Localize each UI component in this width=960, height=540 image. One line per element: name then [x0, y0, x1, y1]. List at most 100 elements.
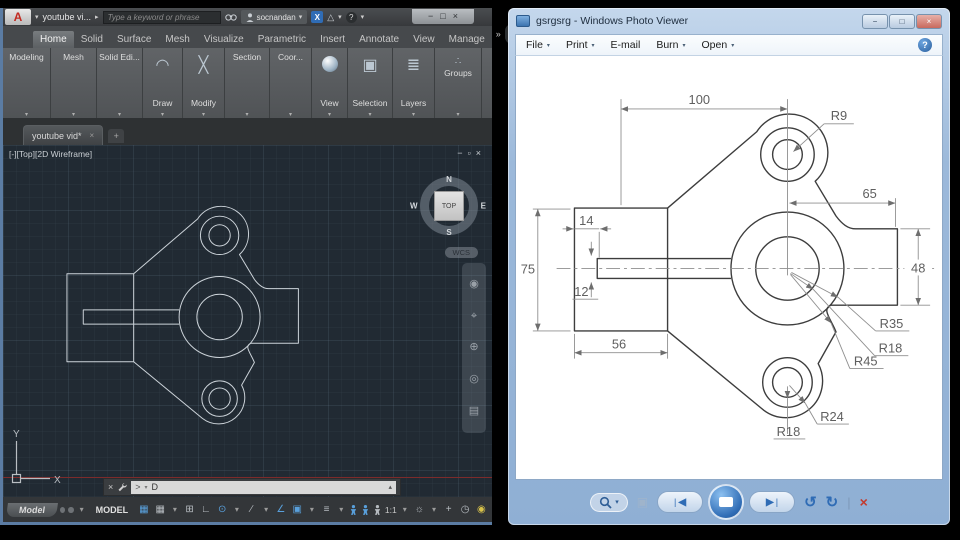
drawing-viewport[interactable]: [-][Top][2D Wireframe] −▫× N S W E TOP W… [3, 145, 492, 497]
annotation-scale-icon[interactable] [373, 504, 382, 516]
viewer-help-icon[interactable]: ? [918, 38, 932, 52]
previous-button[interactable]: | ◀ [657, 491, 703, 513]
osnap-3d-icon[interactable]: ▣ [291, 502, 304, 517]
actual-size-icon[interactable]: ▣ [637, 495, 648, 509]
panel-expand-icon[interactable]: ▾ [456, 111, 459, 118]
panel-solid-editing[interactable]: Solid Edi... ▾ [97, 48, 143, 118]
panel-expand-icon[interactable]: ▾ [161, 111, 164, 118]
rotate-clockwise-button[interactable]: ↻ [826, 495, 839, 510]
panel-groups[interactable]: ∴ Groups ▾ [435, 48, 482, 118]
tab-visualize[interactable]: Visualize [197, 31, 251, 48]
tab-annotate[interactable]: Annotate [352, 31, 406, 48]
panel-expand-icon[interactable]: ▾ [25, 111, 28, 118]
wcs-dropdown[interactable]: WCS [445, 247, 479, 258]
grid-caret-icon[interactable]: ▾ [173, 505, 177, 514]
panel-expand-icon[interactable]: ▾ [72, 111, 75, 118]
help-caret-icon[interactable]: ▾ [361, 13, 365, 21]
model-space-button[interactable]: MODEL [96, 505, 129, 515]
viewcube-south[interactable]: S [446, 228, 451, 237]
new-drawing-tab[interactable]: + [108, 129, 124, 143]
panel-expand-icon[interactable]: ▾ [412, 111, 415, 118]
polar-tracking-icon[interactable]: ⊙ [216, 502, 229, 517]
next-button[interactable]: ▶ | [749, 491, 795, 513]
command-expand-icon[interactable]: ▴ [388, 483, 392, 491]
autoscale-icon[interactable] [361, 504, 370, 516]
panel-draw[interactable]: ◠ Draw ▾ [143, 48, 183, 118]
orbit-icon[interactable]: ◎ [469, 374, 479, 385]
panel-modeling[interactable]: Modeling ▾ [3, 48, 51, 118]
menu-print[interactable]: Print ▾ [566, 39, 595, 51]
tab-parametric[interactable]: Parametric [251, 31, 313, 48]
workspace-label[interactable]: youtube vi... [43, 12, 92, 22]
isolate-objects-icon[interactable]: ◉ [475, 502, 488, 517]
layout-menu-icon[interactable]: ▾ [80, 505, 84, 514]
viewer-maximize-button[interactable]: □ [889, 14, 915, 29]
command-line[interactable]: × > ▾ D ▴ [103, 478, 401, 496]
viewcube-east[interactable]: E [481, 202, 486, 211]
panel-coordinates[interactable]: Coor... ▾ [270, 48, 312, 118]
snap-mode-icon[interactable]: ⊞ [183, 502, 196, 517]
viewcube-top-face[interactable]: TOP [434, 191, 464, 221]
viewcube-west[interactable]: W [410, 202, 418, 211]
app-menu-caret-icon[interactable]: ▾ [35, 13, 39, 21]
scale-caret-icon[interactable]: ▾ [403, 505, 407, 514]
navigation-wheel-icon[interactable]: ◉ [469, 279, 479, 290]
menu-burn[interactable]: Burn ▾ [656, 39, 685, 51]
command-close-icon[interactable]: × [108, 482, 113, 492]
command-customize-icon[interactable] [117, 482, 127, 492]
layout-dot-icon[interactable] [68, 507, 73, 513]
annotation-visibility-icon[interactable] [349, 504, 358, 516]
zoom-button[interactable]: ▾ [590, 493, 628, 512]
tab-manage[interactable]: Manage [442, 31, 492, 48]
isodraft-caret-icon[interactable]: ▾ [264, 505, 268, 514]
lineweight-icon[interactable]: ≡ [320, 502, 333, 517]
grid-display-icon[interactable]: ▦ [154, 502, 167, 517]
osnap-icon[interactable]: ∠ [274, 502, 287, 517]
panel-expand-icon[interactable]: ▾ [289, 111, 292, 118]
osnap-caret-icon[interactable]: ▾ [310, 505, 314, 514]
delete-button[interactable]: × [860, 494, 868, 510]
panel-expand-icon[interactable]: ▾ [118, 111, 121, 118]
viewer-minimize-button[interactable]: − [862, 14, 888, 29]
zoom-caret-icon[interactable]: ▾ [615, 498, 619, 506]
ortho-mode-icon[interactable]: ∟ [199, 502, 212, 517]
menu-email[interactable]: E-mail [611, 39, 641, 51]
a360-caret-icon[interactable]: ▾ [338, 13, 342, 21]
tab-surface[interactable]: Surface [110, 31, 158, 48]
minimize-button[interactable]: − [428, 12, 433, 21]
command-recent-icon[interactable]: ▾ [145, 484, 148, 491]
panel-layers[interactable]: ≣ Layers ▾ [393, 48, 435, 118]
menu-file[interactable]: File ▾ [526, 39, 550, 51]
annotation-scale-value[interactable]: 1:1 [385, 505, 397, 515]
tab-home[interactable]: Home [33, 31, 74, 48]
tab-mesh[interactable]: Mesh [158, 31, 196, 48]
tab-overflow-icon[interactable]: » [496, 29, 501, 39]
search-input[interactable] [103, 11, 221, 24]
model-layout-tab[interactable]: Model [6, 503, 58, 517]
a360-icon[interactable]: △ [327, 13, 334, 22]
viewcube[interactable]: N S W E TOP [416, 173, 482, 239]
viewcube-north[interactable]: N [446, 175, 452, 184]
zoom-extents-icon[interactable]: ⊕ [469, 342, 478, 353]
file-tab-close-icon[interactable]: × [90, 131, 95, 140]
rotate-counterclockwise-button[interactable]: ↺ [804, 495, 817, 510]
panel-section[interactable]: Section ▾ [225, 48, 270, 118]
panel-expand-icon[interactable]: ▾ [245, 111, 248, 118]
clock-icon[interactable]: ◷ [458, 502, 471, 517]
navigation-bar[interactable]: ◉ ⌖ ⊕ ◎ ▤ [462, 263, 486, 433]
viewer-close-button[interactable]: × [916, 14, 942, 29]
customize-plus-icon[interactable]: + [442, 502, 455, 517]
workspace-caret-icon[interactable]: ▸ [95, 13, 99, 21]
settings-caret-icon[interactable]: ▾ [432, 505, 436, 514]
panel-mesh[interactable]: Mesh ▾ [51, 48, 97, 118]
panel-expand-icon[interactable]: ▾ [368, 111, 371, 118]
tab-view[interactable]: View [406, 31, 442, 48]
panel-expand-icon[interactable]: ▾ [328, 111, 331, 118]
app-menu-button[interactable]: A [5, 9, 31, 25]
grid-mode-icon[interactable]: ▦ [137, 502, 150, 517]
pan-icon[interactable]: ⌖ [471, 311, 477, 322]
tab-solid[interactable]: Solid [74, 31, 110, 48]
close-button[interactable]: × [453, 12, 458, 21]
file-tab[interactable]: youtube vid* × [23, 125, 103, 145]
command-input[interactable]: > ▾ D ▴ [131, 481, 396, 494]
